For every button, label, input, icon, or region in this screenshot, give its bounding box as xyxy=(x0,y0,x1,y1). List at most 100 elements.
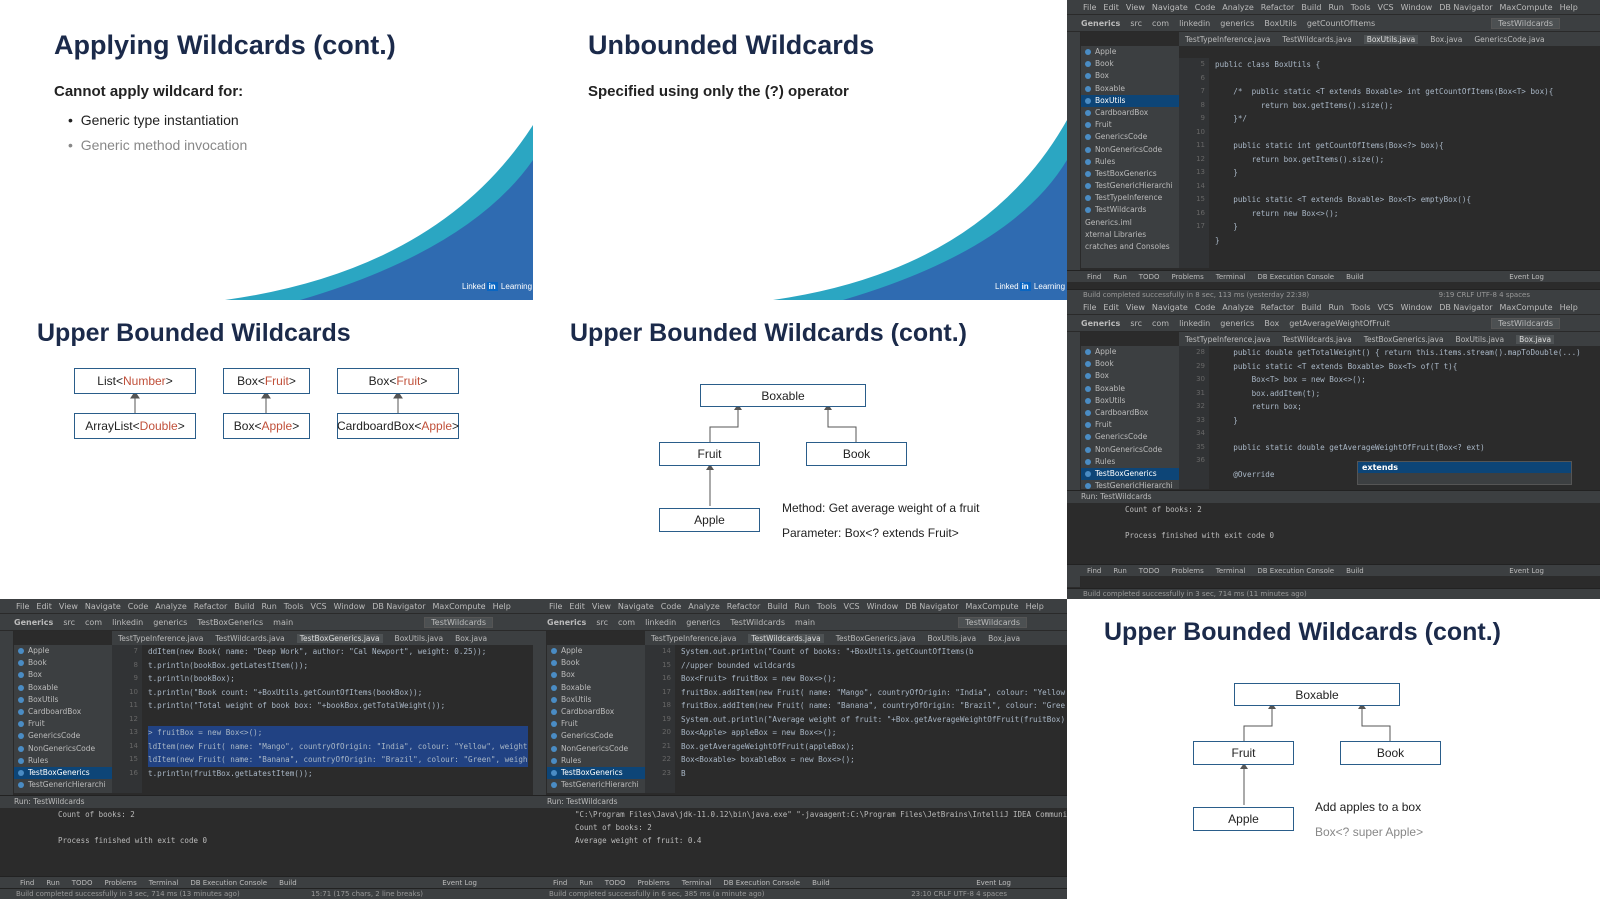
menu-item[interactable]: Edit xyxy=(1103,3,1119,12)
run-config-select[interactable]: TestWildcards xyxy=(1491,17,1560,29)
tab-active[interactable]: BoxUtils.java xyxy=(1363,34,1419,44)
code-line[interactable]: return box; xyxy=(1215,400,1595,414)
menu-item[interactable]: Edit xyxy=(1103,303,1119,312)
code-line[interactable]: } xyxy=(1215,234,1595,248)
tree-item[interactable]: Box xyxy=(1081,370,1179,382)
code-line[interactable]: return new Box<>(); xyxy=(1215,207,1595,221)
code-line[interactable]: public static double getAverageWeightOfF… xyxy=(1215,441,1595,455)
crumb[interactable]: src xyxy=(1130,319,1142,328)
tree-item[interactable]: TestBoxGenerics xyxy=(14,766,112,780)
code-line[interactable]: }*/ xyxy=(1215,112,1595,126)
tree-item[interactable]: Fruit xyxy=(547,718,645,730)
crumb[interactable]: BoxUtils xyxy=(1264,19,1296,28)
code-line[interactable]: ldItem(new Fruit( name: "Mango", country… xyxy=(148,739,528,753)
tool-tab[interactable]: Run xyxy=(1113,567,1126,575)
code-line[interactable] xyxy=(1215,126,1595,140)
tool-tab[interactable]: Run xyxy=(1113,273,1126,281)
code-line[interactable]: System.out.println("Average weight of fr… xyxy=(681,713,1065,727)
menu-item[interactable]: Run xyxy=(261,602,276,611)
tree-item[interactable]: NonGenericsCode xyxy=(1081,444,1179,456)
tab[interactable]: BoxUtils.java xyxy=(395,634,444,643)
menu-item[interactable]: VCS xyxy=(1378,303,1394,312)
tree-item[interactable]: Boxable xyxy=(547,682,645,694)
tree-item[interactable]: TestGenericHierarchi xyxy=(14,779,112,791)
crumb[interactable]: main xyxy=(273,618,293,627)
tab[interactable]: TestBoxGenerics.java xyxy=(1364,335,1444,344)
code-line[interactable]: Box<T> box = new Box<>(); xyxy=(1215,373,1595,387)
menu-item[interactable]: Build xyxy=(234,602,254,611)
run-config-select[interactable]: TestWildcards xyxy=(1491,317,1560,329)
tool-tab[interactable]: Build xyxy=(1346,567,1364,575)
menu-item[interactable]: Analyze xyxy=(1222,3,1254,12)
tool-tab[interactable]: DB Execution Console xyxy=(723,879,800,887)
crumb[interactable]: Box xyxy=(1264,319,1279,328)
tool-tab[interactable]: Find xyxy=(553,879,567,887)
event-log-button[interactable]: Event Log xyxy=(976,879,1011,887)
tool-tab[interactable]: Find xyxy=(20,879,34,887)
menu-item[interactable]: View xyxy=(1126,3,1145,12)
menu-item[interactable]: File xyxy=(549,602,562,611)
code-line[interactable]: t.println(bookBox.getLatestItem()); xyxy=(148,659,528,673)
menu-item[interactable]: Build xyxy=(1301,3,1321,12)
tree-item[interactable]: NonGenericsCode xyxy=(14,743,112,755)
menu-item[interactable]: Run xyxy=(1328,303,1343,312)
crumb[interactable]: src xyxy=(63,618,75,627)
menu-item[interactable]: DB Navigator xyxy=(372,602,425,611)
crumb[interactable]: src xyxy=(1130,19,1142,28)
menu-item[interactable]: Tools xyxy=(284,602,304,611)
code-line[interactable]: t.println("Total weight of book box: "+b… xyxy=(148,699,528,713)
crumb[interactable]: generics xyxy=(1220,319,1254,328)
code-line[interactable]: fruitBox.addItem(new Fruit( name: "Banan… xyxy=(681,699,1065,713)
crumb[interactable]: com xyxy=(1152,319,1169,328)
tree-item[interactable]: GenericsCode xyxy=(14,730,112,742)
crumb[interactable]: main xyxy=(795,618,815,627)
tree-item[interactable]: Book xyxy=(1081,58,1179,70)
menu-item[interactable]: Navigate xyxy=(1152,3,1188,12)
crumb[interactable]: Generics xyxy=(14,618,53,627)
tool-tab[interactable]: Find xyxy=(1087,273,1101,281)
tab[interactable]: GenericsCode.java xyxy=(1474,35,1544,44)
tool-tab[interactable]: Terminal xyxy=(1216,273,1246,281)
tool-tab[interactable]: Build xyxy=(812,879,830,887)
menu-item[interactable]: Help xyxy=(493,602,511,611)
tool-tab[interactable]: Find xyxy=(1087,567,1101,575)
run-config-select[interactable]: TestWildcards xyxy=(958,616,1027,628)
menu-item[interactable]: Tools xyxy=(1351,303,1371,312)
tree-item[interactable]: BoxUtils xyxy=(547,694,645,706)
menu-item[interactable]: MaxCompute xyxy=(1500,3,1553,12)
tree-item[interactable]: Rules xyxy=(1081,456,1179,468)
crumb[interactable]: com xyxy=(618,618,635,627)
tree-item[interactable]: Book xyxy=(14,657,112,669)
tree-item[interactable]: CardboardBox xyxy=(1081,407,1179,419)
tree-item[interactable]: Boxable xyxy=(1081,383,1179,395)
tab[interactable]: TestTypeInference.java xyxy=(1185,35,1270,44)
menu-item[interactable]: Window xyxy=(1401,303,1433,312)
tree-item[interactable]: BoxUtils xyxy=(1081,395,1179,407)
menu-item[interactable]: Code xyxy=(1195,3,1215,12)
code-line[interactable]: return box.getItems().size(); xyxy=(1215,153,1595,167)
tree-item[interactable]: BoxUtils xyxy=(1081,94,1179,107)
menu-item[interactable]: DB Navigator xyxy=(1439,3,1492,12)
menu-item[interactable]: MaxCompute xyxy=(1500,303,1553,312)
menu-item[interactable]: Tools xyxy=(1351,3,1371,12)
tool-tab[interactable]: Run xyxy=(46,879,59,887)
menu-item[interactable]: VCS xyxy=(844,602,860,611)
tree-item[interactable]: Rules xyxy=(1081,156,1179,168)
tree-item[interactable]: TestGenericHierarchi xyxy=(1081,180,1179,192)
tab-active[interactable]: Box.java xyxy=(1516,334,1555,344)
tree-item[interactable]: CardboardBox xyxy=(14,706,112,718)
tool-tab[interactable]: TODO xyxy=(72,879,93,887)
tab[interactable]: TestTypeInference.java xyxy=(118,634,203,643)
code-line[interactable]: > fruitBox = new Box<>(); xyxy=(148,726,528,740)
tree-item[interactable]: NonGenericsCode xyxy=(547,743,645,755)
menu-item[interactable]: VCS xyxy=(1378,3,1394,12)
tree-item[interactable]: Boxable xyxy=(1081,83,1179,95)
tree-item[interactable]: Apple xyxy=(14,645,112,657)
code-line[interactable]: } xyxy=(1215,414,1595,428)
tool-tab[interactable]: TODO xyxy=(1139,273,1160,281)
tool-tab[interactable]: DB Execution Console xyxy=(1257,273,1334,281)
code-line[interactable]: Box<Boxable> boxableBox = new Box<>(); xyxy=(681,753,1065,767)
code-line[interactable]: } xyxy=(1215,220,1595,234)
tool-tab[interactable]: Terminal xyxy=(1216,567,1246,575)
tree-item[interactable]: Box xyxy=(1081,70,1179,82)
